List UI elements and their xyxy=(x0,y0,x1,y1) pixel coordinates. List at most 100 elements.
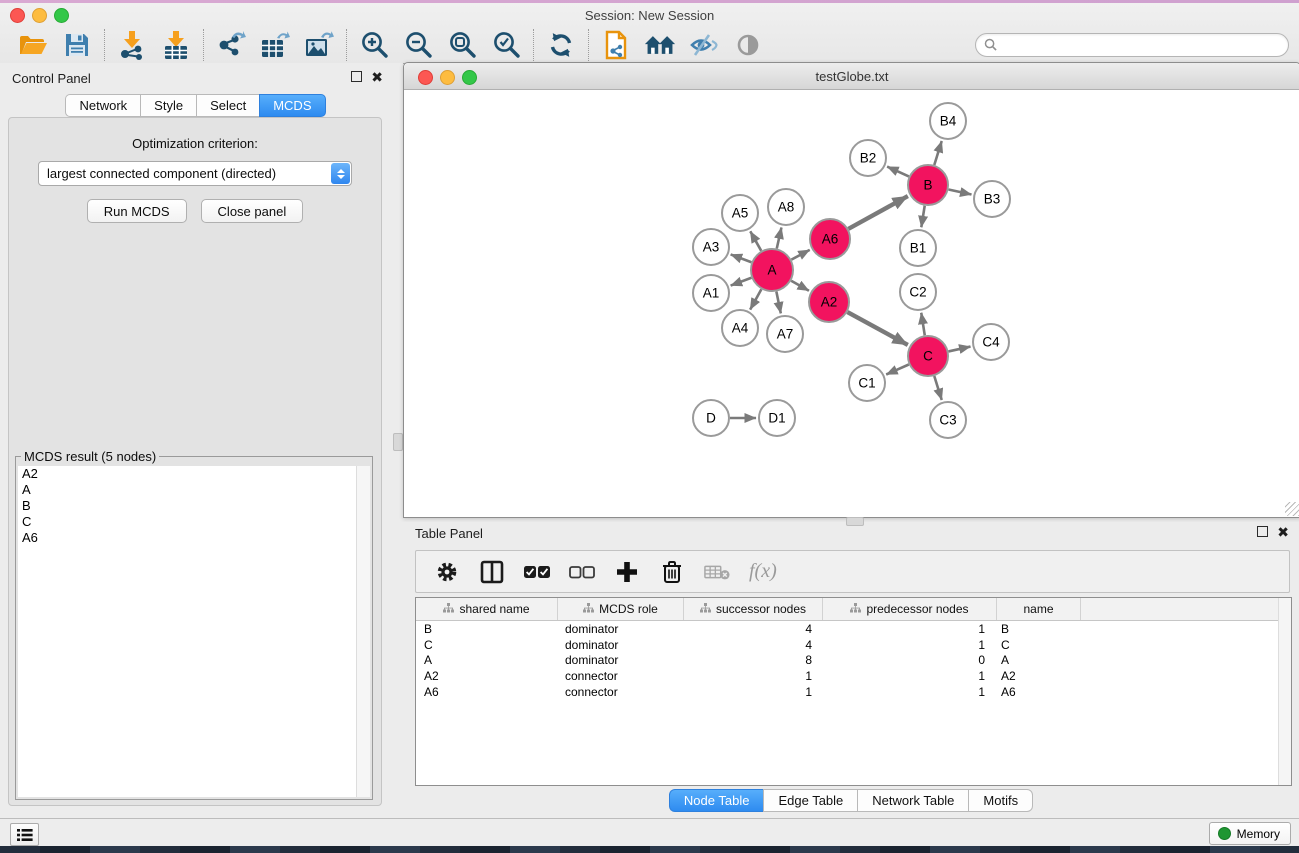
edge-A-A5[interactable] xyxy=(750,231,761,251)
float-table-panel-icon[interactable] xyxy=(1257,526,1268,537)
edge-B-B2[interactable] xyxy=(887,167,909,177)
cell-successor-nodes[interactable]: 8 xyxy=(682,653,820,667)
table-row[interactable]: Adominator80A xyxy=(416,652,1291,668)
cell-name[interactable]: A2 xyxy=(993,669,1076,683)
criterion-select[interactable]: largest connected component (directed) xyxy=(38,161,352,186)
create-column-plus-icon[interactable] xyxy=(614,559,640,585)
window-resize-grip[interactable] xyxy=(1285,502,1299,516)
tab-network[interactable]: Network xyxy=(65,94,140,117)
network-graph[interactable]: B4B2BB3A5A8A6A3B1AA1C2A2A4A7C4CC1DD1C3 xyxy=(405,90,1299,516)
export-image-icon[interactable] xyxy=(303,29,335,61)
save-session-icon[interactable] xyxy=(61,29,93,61)
function-builder-icon[interactable]: f(x) xyxy=(749,560,777,583)
network-canvas[interactable]: B4B2BB3A5A8A6A3B1AA1C2A2A4A7C4CC1DD1C3 xyxy=(405,90,1299,516)
export-table-icon[interactable] xyxy=(259,29,291,61)
cell-shared-name[interactable]: A xyxy=(416,653,557,667)
refresh-layout-icon[interactable] xyxy=(545,29,577,61)
task-history-button[interactable] xyxy=(10,823,39,846)
cell-predecessor-nodes[interactable]: 1 xyxy=(820,669,993,683)
cell-MCDS-role[interactable]: connector xyxy=(557,685,682,699)
cell-predecessor-nodes[interactable]: 1 xyxy=(820,622,993,636)
edge-A-A6[interactable] xyxy=(791,250,809,260)
mcds-result-item[interactable]: A xyxy=(18,482,370,498)
cell-successor-nodes[interactable]: 4 xyxy=(682,638,820,652)
memory-button[interactable]: Memory xyxy=(1209,822,1291,845)
mcds-list-scrollbar[interactable] xyxy=(356,466,370,797)
column-header-name[interactable]: name xyxy=(997,598,1081,620)
edge-B-B1[interactable] xyxy=(921,206,924,228)
table-row[interactable]: Cdominator41C xyxy=(416,637,1291,653)
edge-A2-C[interactable] xyxy=(847,312,907,345)
cell-shared-name[interactable]: A2 xyxy=(416,669,557,683)
close-panel-button[interactable]: Close panel xyxy=(201,199,304,223)
tab-style[interactable]: Style xyxy=(140,94,196,117)
zoom-out-icon[interactable] xyxy=(402,29,434,61)
edge-A-A4[interactable] xyxy=(750,289,761,309)
cell-MCDS-role[interactable]: dominator xyxy=(557,653,682,667)
zoom-fit-icon[interactable] xyxy=(446,29,478,61)
cell-predecessor-nodes[interactable]: 0 xyxy=(820,653,993,667)
cell-successor-nodes[interactable]: 1 xyxy=(682,669,820,683)
zoom-selected-icon[interactable] xyxy=(490,29,522,61)
table-row[interactable]: A6connector11A6 xyxy=(416,684,1291,700)
table-settings-gear-icon[interactable] xyxy=(434,559,460,585)
cell-name[interactable]: A xyxy=(993,653,1076,667)
table-row[interactable]: A2connector11A2 xyxy=(416,668,1291,684)
edge-B-B4[interactable] xyxy=(934,141,941,165)
panel-splitter[interactable] xyxy=(391,63,403,818)
table-scrollbar[interactable] xyxy=(1278,598,1291,785)
edge-C-C3[interactable] xyxy=(934,376,941,400)
cell-name[interactable]: A6 xyxy=(993,685,1076,699)
import-table-icon[interactable] xyxy=(160,29,192,61)
show-tool-icon[interactable] xyxy=(732,29,764,61)
edge-A-A2[interactable] xyxy=(791,281,809,291)
cell-MCDS-role[interactable]: dominator xyxy=(557,638,682,652)
tab-mcds[interactable]: MCDS xyxy=(259,94,325,117)
delete-columns-trash-icon[interactable] xyxy=(659,559,685,585)
tab-edge-table[interactable]: Edge Table xyxy=(763,789,857,812)
edge-C-C2[interactable] xyxy=(921,313,925,336)
edge-A-A7[interactable] xyxy=(776,292,780,314)
horizontal-splitter-grip[interactable] xyxy=(846,517,864,526)
table-row[interactable]: Bdominator41B xyxy=(416,621,1291,637)
cell-MCDS-role[interactable]: connector xyxy=(557,669,682,683)
cell-predecessor-nodes[interactable]: 1 xyxy=(820,638,993,652)
float-panel-icon[interactable] xyxy=(351,71,362,82)
cell-name[interactable]: B xyxy=(993,622,1076,636)
cell-name[interactable]: C xyxy=(993,638,1076,652)
mcds-result-item[interactable]: C xyxy=(18,514,370,530)
hide-tool-icon[interactable] xyxy=(688,29,720,61)
tab-motifs[interactable]: Motifs xyxy=(968,789,1033,812)
import-network-icon[interactable] xyxy=(116,29,148,61)
cell-predecessor-nodes[interactable]: 1 xyxy=(820,685,993,699)
cell-successor-nodes[interactable]: 4 xyxy=(682,622,820,636)
run-mcds-button[interactable]: Run MCDS xyxy=(87,199,187,223)
show-columns-icon[interactable] xyxy=(479,559,505,585)
close-table-panel-icon[interactable]: ✖ xyxy=(1277,527,1289,537)
tab-select[interactable]: Select xyxy=(196,94,259,117)
column-header-successor-nodes[interactable]: successor nodes xyxy=(684,598,823,620)
zoom-in-icon[interactable] xyxy=(358,29,390,61)
cell-successor-nodes[interactable]: 1 xyxy=(682,685,820,699)
cell-shared-name[interactable]: A6 xyxy=(416,685,557,699)
edge-A-A8[interactable] xyxy=(777,227,782,248)
cell-shared-name[interactable]: C xyxy=(416,638,557,652)
splitter-grip[interactable] xyxy=(393,433,403,451)
select-all-columns-icon[interactable] xyxy=(524,559,550,585)
edge-C-C4[interactable] xyxy=(948,347,970,352)
unselect-all-columns-icon[interactable] xyxy=(569,559,595,585)
column-header-predecessor-nodes[interactable]: predecessor nodes xyxy=(823,598,997,620)
delete-table-icon[interactable] xyxy=(704,559,730,585)
column-header-MCDS-role[interactable]: MCDS role xyxy=(558,598,684,620)
tab-network-table[interactable]: Network Table xyxy=(857,789,968,812)
edge-C-C1[interactable] xyxy=(886,364,909,374)
tab-node-table[interactable]: Node Table xyxy=(669,789,764,812)
mcds-result-item[interactable]: A6 xyxy=(18,530,370,546)
cell-MCDS-role[interactable]: dominator xyxy=(557,622,682,636)
edge-A6-B[interactable] xyxy=(848,196,907,229)
edge-A-A1[interactable] xyxy=(731,278,752,286)
search-field[interactable] xyxy=(975,33,1289,57)
network-window-titlebar[interactable]: testGlobe.txt xyxy=(404,63,1299,90)
export-network-icon[interactable] xyxy=(215,29,247,61)
mcds-result-item[interactable]: A2 xyxy=(18,466,370,482)
